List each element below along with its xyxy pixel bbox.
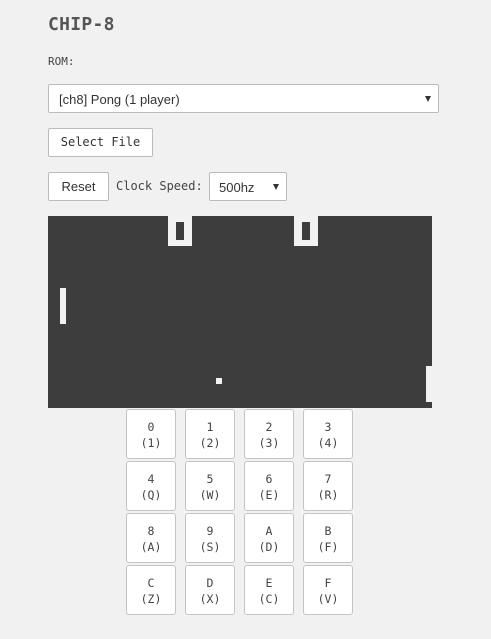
key-9[interactable]: 9 (S)	[185, 513, 235, 563]
key-keyboard-label: (E)	[258, 488, 280, 502]
left-paddle	[60, 288, 66, 324]
select-file-button[interactable]: Select File	[48, 128, 153, 157]
key-hex-label: F	[324, 576, 332, 590]
key-hex-label: 5	[206, 472, 214, 486]
rom-select[interactable]: [ch8] Pong (1 player)	[48, 84, 439, 113]
page-title: CHIP-8	[48, 14, 115, 35]
key-keyboard-label: (F)	[317, 540, 339, 554]
rom-label: ROM:	[48, 55, 75, 68]
key-1[interactable]: 1 (2)	[185, 409, 235, 459]
key-8[interactable]: 8 (A)	[126, 513, 176, 563]
key-3[interactable]: 3 (4)	[303, 409, 353, 459]
key-keyboard-label: (X)	[199, 592, 221, 606]
key-keyboard-label: (2)	[199, 436, 221, 450]
key-hex-label: 6	[265, 472, 273, 486]
key-keyboard-label: (3)	[258, 436, 280, 450]
key-keyboard-label: (1)	[140, 436, 162, 450]
clock-speed-value: 500hz	[219, 180, 255, 195]
key-hex-label: 1	[206, 420, 214, 434]
key-hex-label: 9	[206, 524, 214, 538]
key-a[interactable]: A (D)	[244, 513, 294, 563]
key-hex-label: 2	[265, 420, 273, 434]
key-hex-label: 7	[324, 472, 332, 486]
key-keyboard-label: (Q)	[140, 488, 162, 502]
reset-button[interactable]: Reset	[48, 172, 109, 201]
rom-select-value: [ch8] Pong (1 player)	[59, 92, 180, 107]
key-keyboard-label: (V)	[317, 592, 339, 606]
display-screen	[48, 216, 432, 408]
key-b[interactable]: B (F)	[303, 513, 353, 563]
chip8-app: CHIP-8 ROM: [ch8] Pong (1 player) Select…	[0, 0, 491, 639]
key-5[interactable]: 5 (W)	[185, 461, 235, 511]
right-paddle	[426, 366, 432, 402]
key-hex-label: E	[265, 576, 273, 590]
ball	[216, 378, 222, 384]
key-keyboard-label: (A)	[140, 540, 162, 554]
clock-speed-select[interactable]: 500hz	[209, 172, 287, 201]
key-e[interactable]: E (C)	[244, 565, 294, 615]
key-c[interactable]: C (Z)	[126, 565, 176, 615]
key-4[interactable]: 4 (Q)	[126, 461, 176, 511]
key-keyboard-label: (C)	[258, 592, 280, 606]
key-hex-label: A	[265, 524, 273, 538]
key-keyboard-label: (R)	[317, 488, 339, 502]
key-2[interactable]: 2 (3)	[244, 409, 294, 459]
clock-speed-label: Clock Speed:	[116, 179, 203, 193]
score-digit-right-hole	[302, 222, 310, 240]
key-keyboard-label: (4)	[317, 436, 339, 450]
key-keyboard-label: (D)	[258, 540, 280, 554]
key-f[interactable]: F (V)	[303, 565, 353, 615]
key-7[interactable]: 7 (R)	[303, 461, 353, 511]
key-hex-label: B	[324, 524, 332, 538]
key-hex-label: C	[147, 576, 155, 590]
key-keyboard-label: (S)	[199, 540, 221, 554]
key-hex-label: 0	[147, 420, 155, 434]
key-keyboard-label: (Z)	[140, 592, 162, 606]
score-digit-left-hole	[176, 222, 184, 240]
key-hex-label: 8	[147, 524, 155, 538]
key-keyboard-label: (W)	[199, 488, 221, 502]
key-d[interactable]: D (X)	[185, 565, 235, 615]
key-6[interactable]: 6 (E)	[244, 461, 294, 511]
key-hex-label: 3	[324, 420, 332, 434]
chevron-down-icon	[273, 184, 279, 190]
chevron-down-icon	[425, 96, 431, 102]
key-hex-label: D	[206, 576, 214, 590]
key-hex-label: 4	[147, 472, 155, 486]
key-0[interactable]: 0 (1)	[126, 409, 176, 459]
